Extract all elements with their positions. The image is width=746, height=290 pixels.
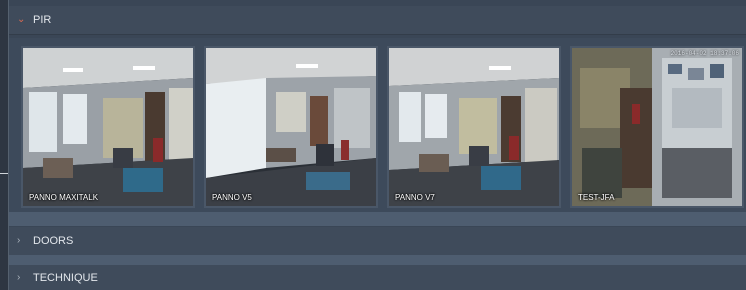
camera-image xyxy=(572,48,742,206)
camera-image xyxy=(389,48,559,206)
group-divider xyxy=(9,255,746,265)
camera-label: TEST-JFA xyxy=(578,193,615,202)
camera-thumbnail-strip: PANNO MAXITALK PANNO V5 PANNO V7 2016-04… xyxy=(9,38,746,212)
group-label: PIR xyxy=(33,14,52,26)
chevron-down-icon: ⌄ xyxy=(17,14,26,25)
camera-thumbnail-panno-v7[interactable]: PANNO V7 xyxy=(387,46,561,208)
camera-thumbnail-panno-maxitalk[interactable]: PANNO MAXITALK xyxy=(21,46,195,208)
group-label: TECHNIQUE xyxy=(33,271,98,284)
camera-thumbnail-panno-v5[interactable]: PANNO V5 xyxy=(204,46,378,208)
camera-timestamp: 2016-04-02 18:37:06 xyxy=(670,50,739,57)
frame-edge-line xyxy=(0,173,8,174)
group-label: DOORS xyxy=(33,235,74,247)
chevron-right-icon: › xyxy=(17,271,21,283)
chevron-right-icon: › xyxy=(17,235,21,246)
camera-label: PANNO V5 xyxy=(212,193,252,202)
camera-image xyxy=(206,48,376,206)
camera-image xyxy=(23,48,193,206)
camera-groups-panel: ⌄ PIR PANNO MAXITALK PANNO V5 PANNO V7 2… xyxy=(8,0,746,290)
group-header-technique[interactable]: › TECHNIQUE xyxy=(9,265,746,290)
camera-label: PANNO MAXITALK xyxy=(29,193,99,202)
group-header-doors[interactable]: › DOORS xyxy=(9,227,746,256)
group-header-pir[interactable]: ⌄ PIR xyxy=(9,6,746,35)
camera-thumbnail-test-jfa[interactable]: 2016-04-02 18:37:06 TEST-JFA xyxy=(570,46,744,208)
camera-label: PANNO V7 xyxy=(395,193,435,202)
group-divider xyxy=(9,212,746,226)
